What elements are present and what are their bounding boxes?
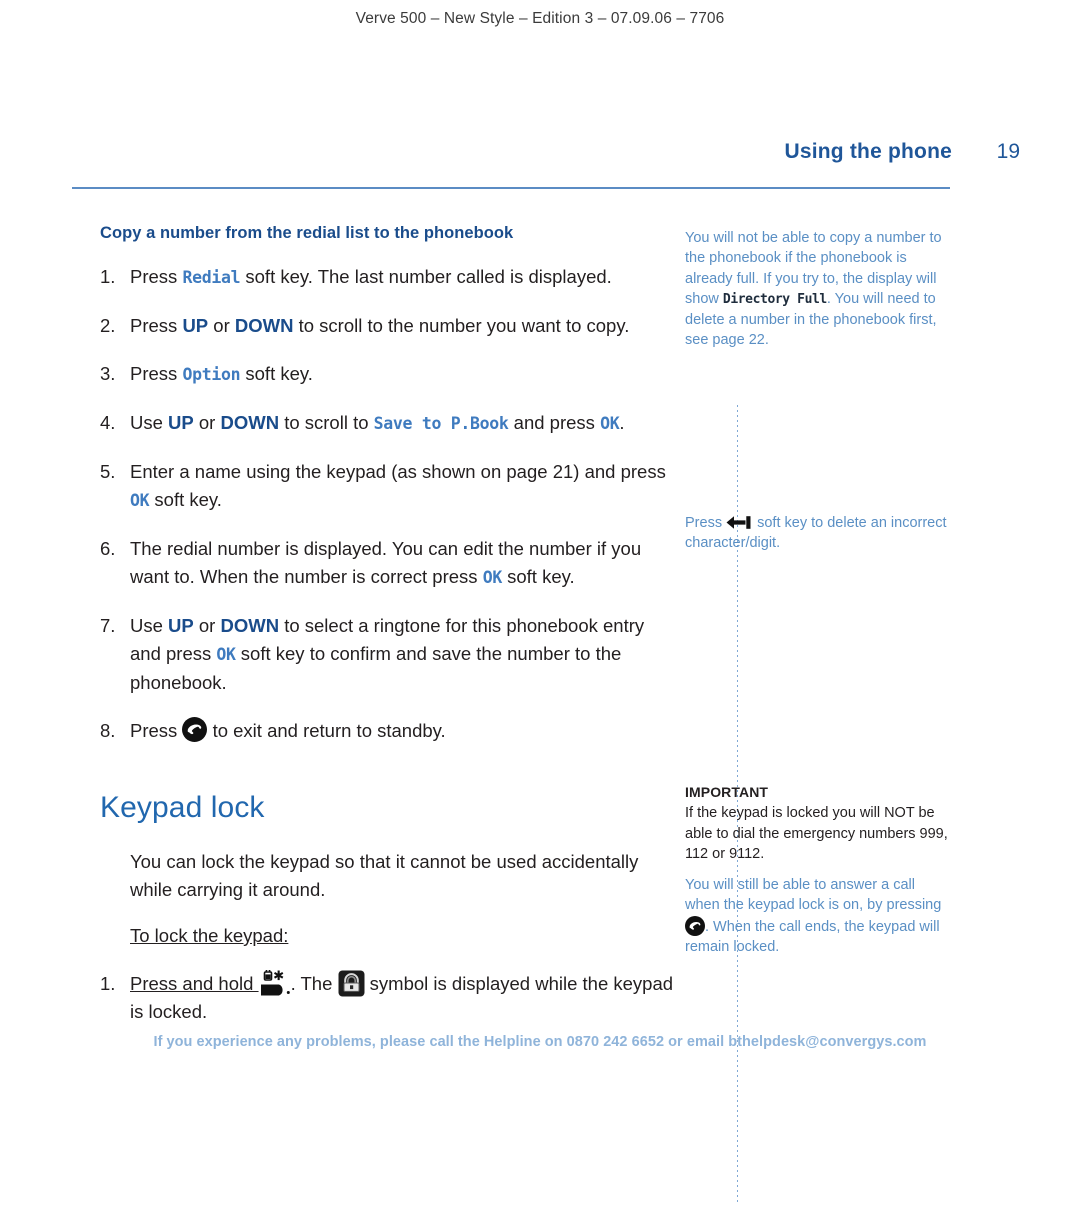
step-text-post: to scroll to the number you want to copy… [293, 315, 630, 336]
keypad-lock-step-1: 1. Press and hold . The symbol is display… [100, 970, 675, 1026]
step-8: 8. Press to exit and return to standby. [100, 717, 675, 745]
sub-heading: Copy a number from the redial list to th… [100, 224, 514, 242]
step-7: 7. Use UP or DOWN to select a ringtone fo… [100, 612, 675, 697]
end-call-icon [182, 717, 208, 742]
end-call-icon [685, 915, 705, 936]
step-number: 8. [100, 720, 116, 741]
keypad-lock-steps: 1. Press and hold . The symbol is display… [100, 970, 675, 1026]
note-text-part2: . When the call ends, the keypad will re… [685, 918, 940, 955]
lcd-label-save-to-pbook: Save to P.Book [373, 414, 509, 433]
sidebar-note-backspace: Press soft key to delete an incorrect ch… [685, 513, 953, 554]
lcd-label-ok: OK [130, 491, 150, 510]
step-text-post: . [619, 412, 625, 433]
key-label-down: DOWN [220, 615, 280, 636]
step-text-pre: Press and hold [130, 973, 259, 994]
step-number: 7. [100, 615, 116, 636]
lcd-label-option: Option [182, 365, 241, 384]
step-text-post: soft key. [501, 566, 575, 587]
important-label: IMPORTANT [685, 784, 769, 800]
step-number: 3. [100, 363, 116, 384]
lcd-label-directory-full: Directory Full [722, 291, 827, 307]
keypad-lock-body: You can lock the keypad so that it canno… [100, 848, 675, 950]
header-rule [72, 187, 950, 189]
keypad-lock-section: Keypad lock You can lock the keypad so t… [100, 791, 675, 1026]
step-number: 6. [100, 538, 116, 559]
sidebar-note-phonebook-full: You will not be able to copy a number to… [685, 228, 953, 351]
keypad-lock-heading: Keypad lock [100, 791, 265, 824]
step-text-pre: Press [130, 315, 183, 336]
step-number: 4. [100, 412, 116, 433]
star-key-lock-icon [259, 970, 291, 997]
sidebar-note-important: IMPORTANT If the keypad is locked you wil… [685, 782, 953, 864]
section-title: Using the phone [784, 140, 952, 163]
sidebar-note-answer-call: You will still be able to answer a call … [685, 875, 953, 957]
step-6: 6. The redial number is displayed. You ca… [100, 535, 675, 592]
key-label-down: DOWN [234, 315, 294, 336]
main-column: Copy a number from the redial list to th… [100, 210, 675, 1026]
step-text-pre: Press [130, 266, 183, 287]
step-text-mid: . The [290, 973, 338, 994]
step-number: 5. [100, 461, 116, 482]
key-label-down: DOWN [220, 412, 280, 433]
keypad-lock-para-1: You can lock the keypad so that it canno… [130, 851, 639, 900]
running-header: Verve 500 – New Style – Edition 3 – 07.0… [355, 10, 725, 27]
lcd-label-redial: Redial [182, 268, 241, 287]
step-number: 2. [100, 315, 116, 336]
step-text-post: soft key. [149, 489, 222, 510]
keypad-lock-para-2: To lock the keypad: [130, 922, 675, 950]
step-text-mid: or [208, 315, 235, 336]
page-footer: If you experience any problems, please c… [153, 1034, 927, 1050]
step-text-pre: Use [130, 412, 169, 433]
important-body: If the keypad is locked you will NOT be … [685, 805, 948, 862]
lcd-label-ok: OK [482, 568, 503, 587]
step-text-post: soft key. The last number called is disp… [240, 266, 612, 287]
step-3: 3. Press Option soft key. [100, 360, 675, 389]
step-number: 1. [100, 973, 116, 994]
note-text-part1: You will still be able to answer a call … [685, 877, 942, 914]
step-text-pre: Enter a name using the keypad (as shown … [130, 461, 666, 482]
keypad-lock-para-2-text: To lock the keypad: [130, 925, 289, 946]
step-5: 5. Enter a name using the keypad (as show… [100, 458, 675, 515]
lcd-label-ok: OK [600, 414, 620, 433]
page-number: 19 [996, 140, 1020, 163]
step-4: 4. Use UP or DOWN to scroll to Save to P.… [100, 409, 675, 438]
step-text-post: soft key. [240, 363, 313, 384]
page-header: Using the phone 19 [72, 140, 1021, 164]
backspace-arrow-icon [726, 515, 753, 530]
steps-list: 1. Press Redial soft key. The last number… [100, 263, 675, 745]
step-1: 1. Press Redial soft key. The last number… [100, 263, 675, 292]
step-2: 2. Press UP or DOWN to scroll to the numb… [100, 312, 675, 340]
key-label-up: UP [168, 412, 194, 433]
step-text-pre: Use [130, 615, 169, 636]
step-text-post: to exit and return to standby. [207, 720, 446, 741]
step-text-mid: or [193, 615, 221, 636]
step-text-pre: Press [130, 720, 183, 741]
key-label-up: UP [182, 315, 209, 336]
step-number: 1. [100, 266, 116, 287]
step-text-mid2: to scroll to [279, 412, 374, 433]
step-text-mid3: and press [508, 412, 601, 433]
lcd-label-ok: OK [216, 645, 236, 664]
step-text-pre: Press [130, 363, 183, 384]
key-label-up: UP [168, 615, 194, 636]
keypad-lock-symbol-icon [338, 970, 365, 997]
step-text-mid: or [193, 412, 221, 433]
note-text-part1: Press [685, 515, 727, 531]
